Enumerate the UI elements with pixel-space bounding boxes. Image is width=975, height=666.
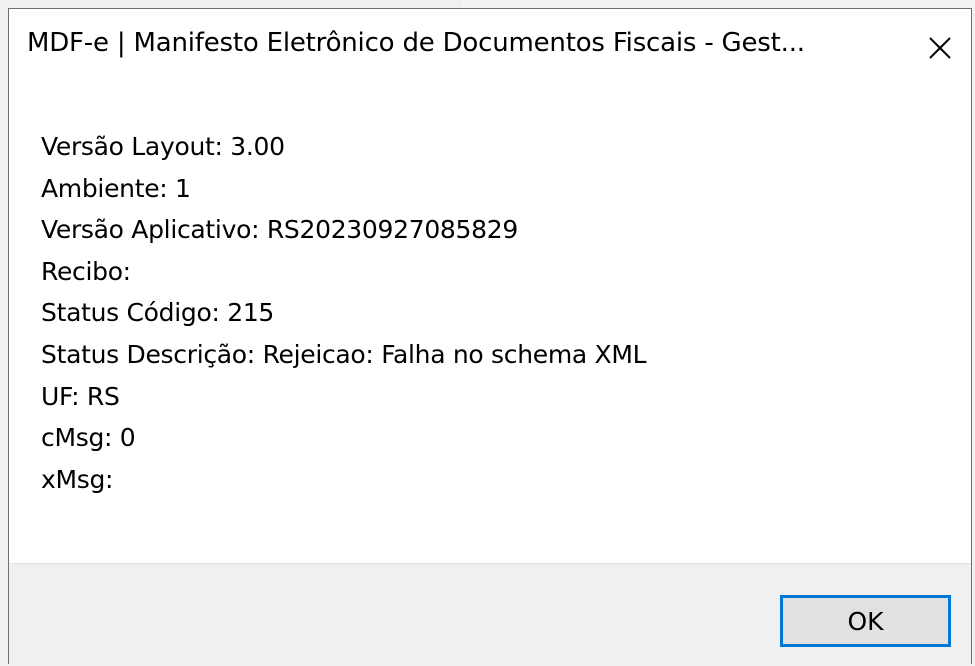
dialog-title: MDF-e | Manifesto Eletrônico de Document… <box>27 28 805 58</box>
ambiente-line: Ambiente: 1 <box>41 173 191 203</box>
versao-aplicativo-line: Versão Aplicativo: RS20230927085829 <box>41 215 518 245</box>
status-descricao-line: Status Descrição: Rejeicao: Falha no sch… <box>41 339 647 369</box>
close-button[interactable] <box>909 19 971 77</box>
status-codigo-line: Status Código: 215 <box>41 298 275 328</box>
uf-line: UF: RS <box>41 381 120 411</box>
message-dialog: MDF-e | Manifesto Eletrônico de Document… <box>8 8 972 665</box>
message-body: Versão Layout: 3.00 Ambiente: 1 Versão A… <box>41 126 951 500</box>
xmsg-line: xMsg: <box>41 464 114 494</box>
cmsg-line: cMsg: 0 <box>41 423 136 453</box>
dialog-titlebar: MDF-e | Manifesto Eletrônico de Document… <box>9 9 971 89</box>
ok-button[interactable]: OK <box>780 595 951 647</box>
dialog-footer: OK <box>9 563 971 665</box>
versao-layout-line: Versão Layout: 3.00 <box>41 132 285 161</box>
close-icon <box>928 36 952 60</box>
recibo-line: Recibo: <box>41 256 131 286</box>
